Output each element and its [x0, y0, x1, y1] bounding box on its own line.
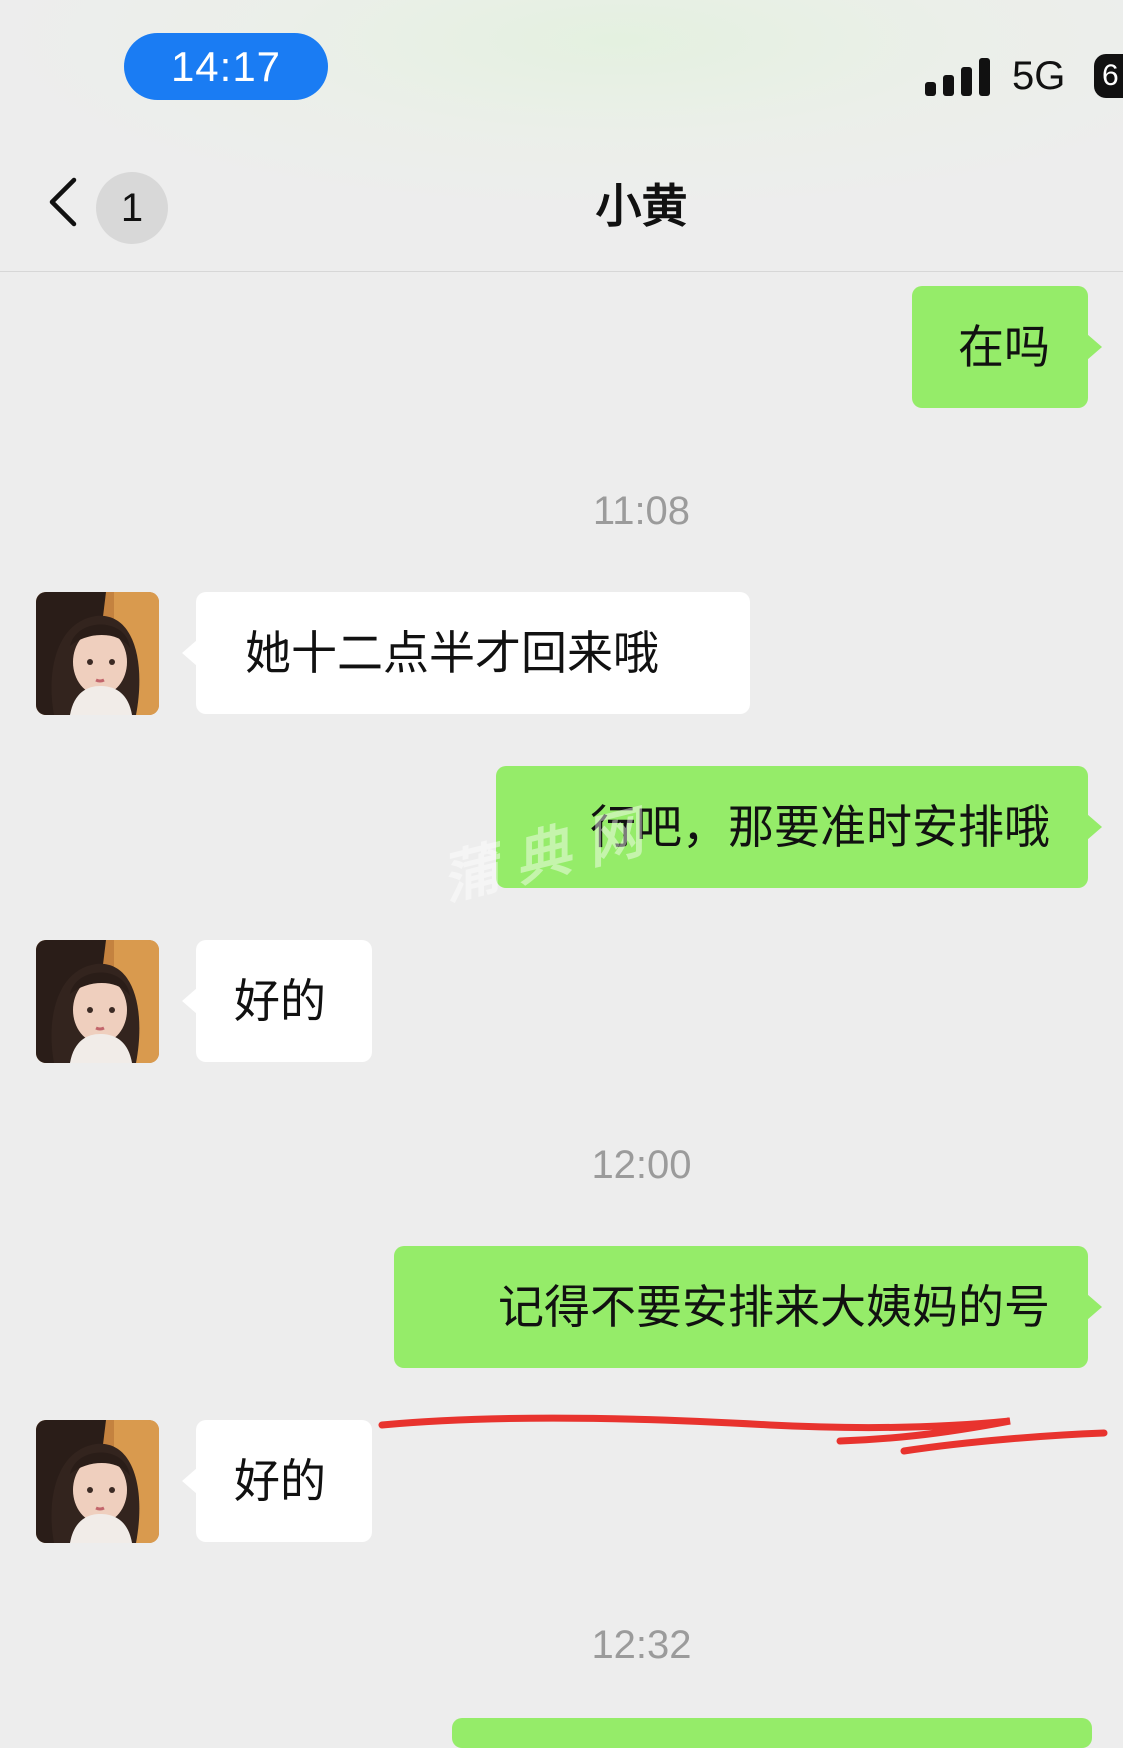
red-underline-annotation: [378, 1414, 1108, 1455]
outgoing-message-partial[interactable]: [452, 1718, 1092, 1748]
outgoing-message[interactable]: 记得不要安排来大姨妈的号: [394, 1246, 1102, 1368]
avatar-photo-icon: [36, 940, 159, 1063]
incoming-message[interactable]: 好的: [182, 940, 372, 1062]
incoming-message[interactable]: 她十二点半才回来哦: [182, 592, 750, 714]
contact-avatar[interactable]: [36, 592, 159, 715]
signal-icon: [925, 58, 991, 96]
chat-title: 小黄: [595, 179, 688, 233]
battery-icon: 6: [1094, 54, 1123, 98]
avatar-photo-icon: [36, 592, 159, 715]
contact-avatar[interactable]: [36, 940, 159, 1063]
incoming-message[interactable]: 好的: [182, 1420, 372, 1542]
status-time[interactable]: 14:17: [124, 33, 328, 100]
battery-level: 6: [1102, 59, 1119, 92]
message-timestamp: 12:00: [591, 1143, 692, 1187]
avatar-photo-icon: [36, 1420, 159, 1543]
status-bar: 14:17 5G 6: [0, 0, 1123, 130]
message-timestamp: 11:08: [592, 489, 691, 533]
contact-avatar[interactable]: [36, 1420, 159, 1543]
message-timestamp: 12:32: [591, 1623, 692, 1667]
outgoing-message[interactable]: 在吗: [912, 286, 1102, 408]
network-type: 5G: [1012, 54, 1066, 98]
chat-header: 1 小黄: [0, 130, 1123, 272]
